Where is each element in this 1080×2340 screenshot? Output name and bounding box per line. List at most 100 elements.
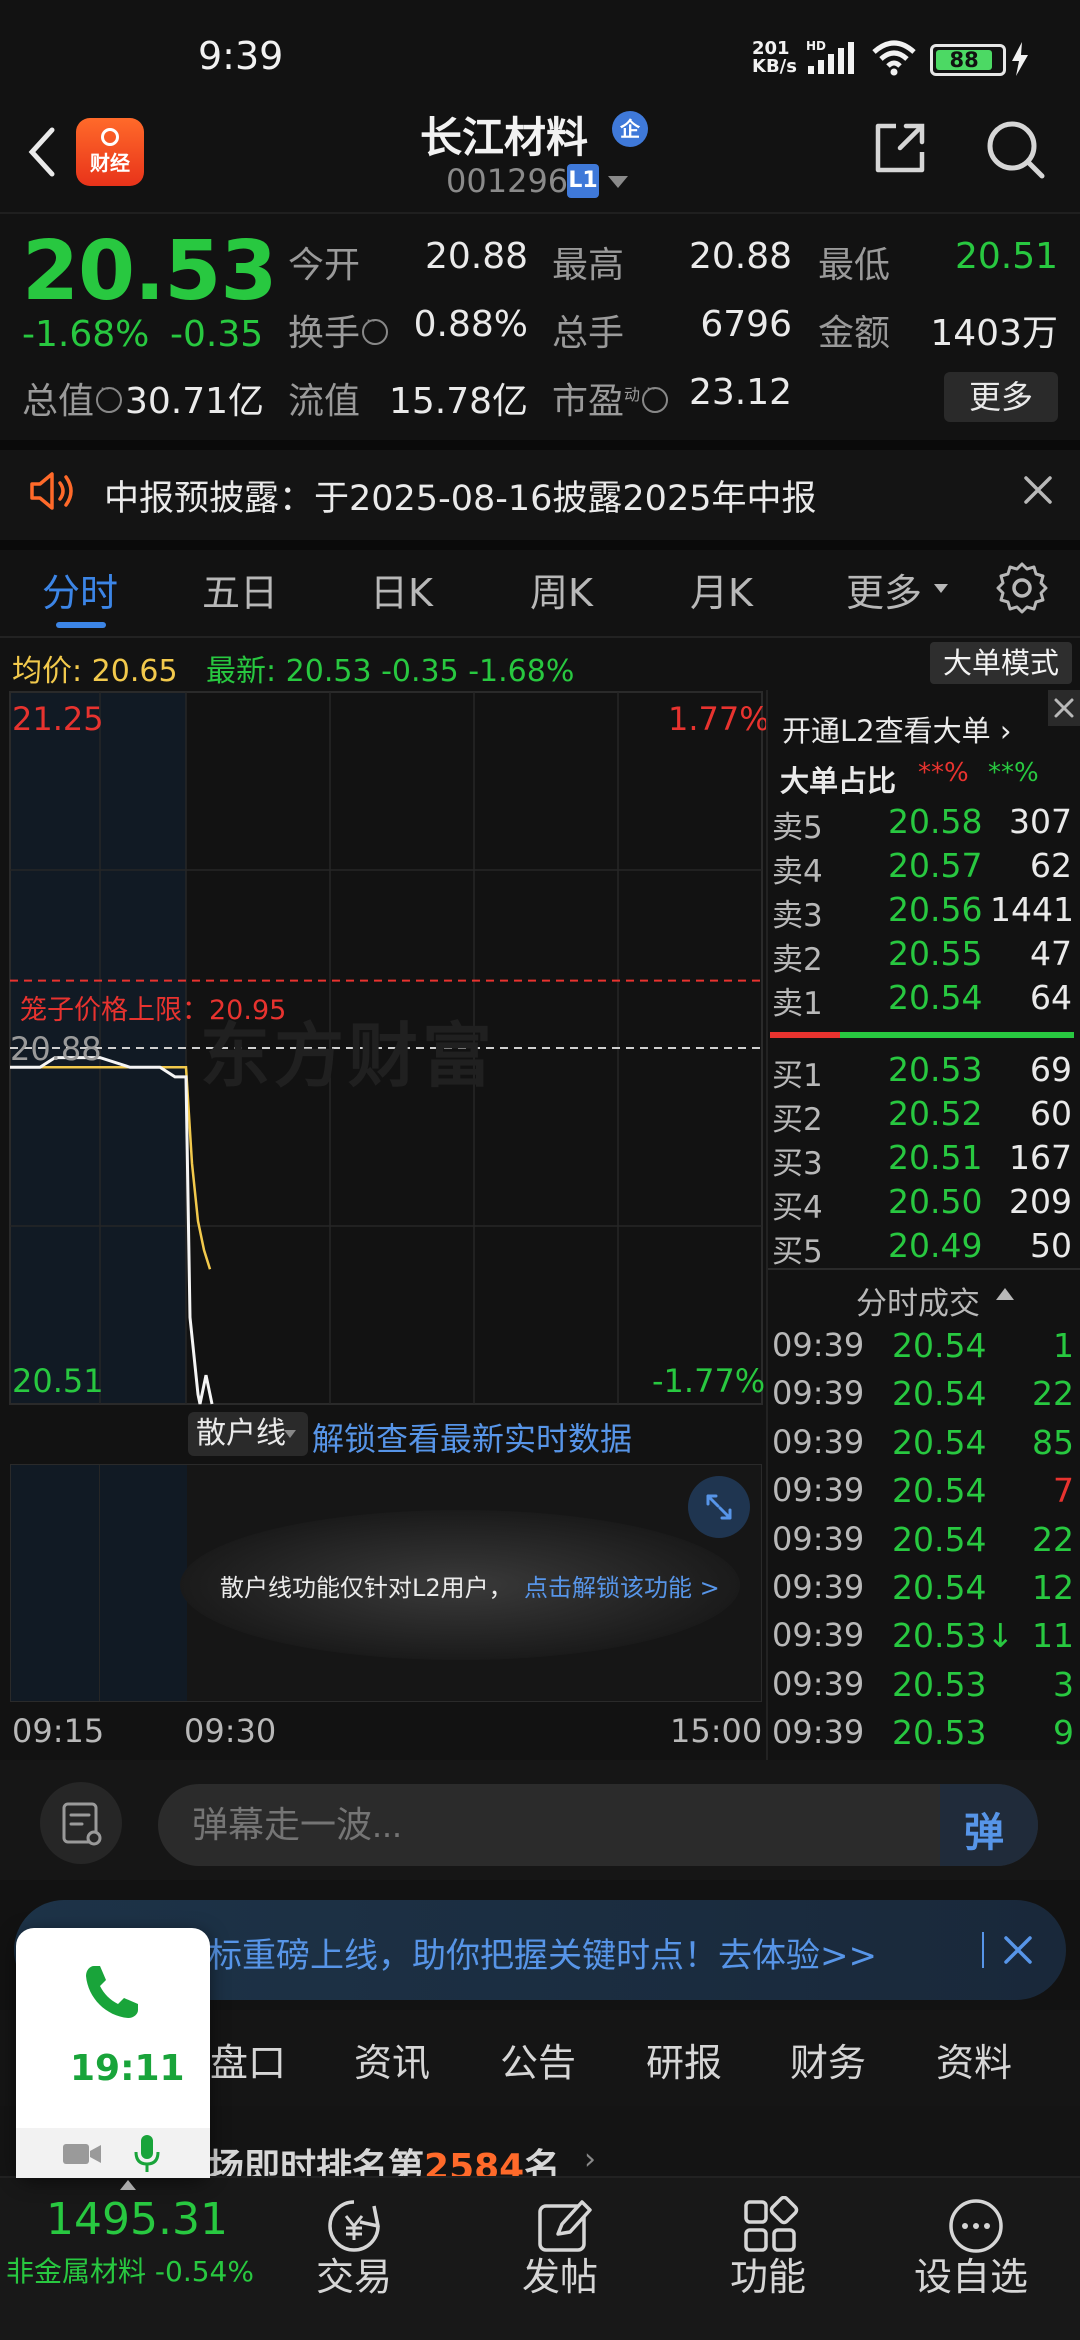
ask-level-price[interactable]: 20.56 xyxy=(888,890,982,929)
market-cap-label[interactable]: 总值 xyxy=(22,372,123,424)
tab-daily-k[interactable]: 日K xyxy=(370,562,433,617)
tab-five-day[interactable]: 五日 xyxy=(202,562,278,617)
tick-volume: 12 xyxy=(1032,1568,1074,1607)
close-icon[interactable] xyxy=(1000,1932,1036,1968)
comment-settings-icon[interactable] xyxy=(40,1782,122,1864)
tick-time: 09:39 xyxy=(772,1326,865,1364)
promo-text[interactable]: 标重磅上线，助你把握关键时点！去体验>> xyxy=(208,1928,877,1977)
tick-volume: 11 xyxy=(1032,1616,1074,1656)
tab-financials[interactable]: 财务 xyxy=(790,2032,866,2087)
tick-time: 09:39 xyxy=(772,1616,865,1655)
bid-level-label: 买1 xyxy=(772,1058,823,1094)
divider xyxy=(0,440,1080,450)
sell-strength-bar xyxy=(840,1032,1074,1038)
tab-research[interactable]: 研报 xyxy=(646,2032,722,2087)
amount-value: 1403万 xyxy=(930,313,1058,354)
video-camera-icon[interactable] xyxy=(62,2140,102,2168)
big-order-ratio-buy: **% xyxy=(918,758,969,788)
tab-more[interactable]: 更多 xyxy=(846,562,922,617)
active-tab-indicator xyxy=(56,622,106,628)
danmu-input[interactable] xyxy=(158,1784,1038,1866)
tick-volume: 7 xyxy=(1053,1471,1074,1511)
tick-volume: 85 xyxy=(1032,1422,1074,1462)
tab-announcements[interactable]: 公告 xyxy=(500,2032,576,2087)
gear-icon[interactable] xyxy=(996,562,1048,614)
bid-level-price[interactable]: 20.53 xyxy=(888,1050,982,1089)
nav-trade-label[interactable]: 交易 xyxy=(316,2246,392,2301)
divider xyxy=(982,1932,984,1968)
more-quote-button[interactable]: 更多 xyxy=(944,372,1058,422)
ask-level-price[interactable]: 20.54 xyxy=(888,978,982,1017)
tab-monthly-k[interactable]: 月K xyxy=(690,562,753,617)
turnover-value: 0.88% xyxy=(413,304,528,345)
tick-price: 20.53 xyxy=(892,1713,987,1753)
divider xyxy=(0,212,1080,214)
tick-time: 09:39 xyxy=(772,1519,865,1558)
tab-profile[interactable]: 资料 xyxy=(936,2032,1012,2087)
tab-news[interactable]: 资讯 xyxy=(354,2032,430,2087)
chevron-down-icon xyxy=(934,584,948,593)
network-speed: 201 KB/s xyxy=(752,38,797,77)
bid-level-price[interactable]: 20.50 xyxy=(888,1182,982,1221)
bid-level-price[interactable]: 20.51 xyxy=(888,1138,982,1177)
market-cap-value: 30.71亿 xyxy=(124,381,264,422)
unlock-data-link[interactable]: 解锁查看最新实时数据 xyxy=(312,1414,632,1460)
ask-level-price[interactable]: 20.55 xyxy=(888,934,982,973)
bid-level-price[interactable]: 20.52 xyxy=(888,1094,982,1133)
expand-icon[interactable] xyxy=(688,1476,750,1538)
bid-level-volume: 167 xyxy=(1009,1138,1072,1177)
pe-label[interactable]: 市盈动 xyxy=(552,372,669,424)
enterprise-badge: 企 xyxy=(612,111,648,147)
sector-index-name[interactable]: 非金属材料 -0.54% xyxy=(6,2250,254,2290)
divider xyxy=(768,1268,1080,1270)
tab-intraday[interactable]: 分时 xyxy=(42,562,118,617)
ask-level-volume: 64 xyxy=(1030,978,1072,1017)
ask-level-price[interactable]: 20.57 xyxy=(888,846,982,885)
ask-level-volume: 307 xyxy=(1009,802,1072,841)
close-icon[interactable] xyxy=(1048,690,1080,726)
time-axis-label: 09:30 xyxy=(184,1712,277,1750)
status-time: 9:39 xyxy=(198,34,284,78)
stock-name: 长江材料 xyxy=(420,113,589,162)
turnover-label[interactable]: 换手 xyxy=(288,304,389,356)
high-value: 20.88 xyxy=(688,236,792,277)
share-icon[interactable] xyxy=(872,120,928,176)
back-icon[interactable] xyxy=(22,122,62,182)
low-value: 20.51 xyxy=(954,236,1058,277)
tick-price: 20.53↓ xyxy=(892,1616,1015,1656)
chevron-down-icon[interactable] xyxy=(608,176,628,188)
tick-price: 20.54 xyxy=(892,1326,987,1365)
caijing-logo[interactable]: 财经 xyxy=(76,118,144,186)
retail-unlock-link[interactable]: 点击解锁该功能 > xyxy=(524,1568,720,1603)
nav-features-label[interactable]: 功能 xyxy=(730,2246,806,2301)
level-badge[interactable]: L1 xyxy=(567,164,599,198)
tick-time: 09:39 xyxy=(772,1374,865,1413)
chevron-up-icon[interactable] xyxy=(120,2180,136,2190)
big-order-mode-button[interactable]: 大单模式 xyxy=(930,642,1072,684)
cell-signal-icon: HD xyxy=(806,39,854,74)
chevron-up-icon[interactable] xyxy=(996,1288,1014,1300)
notice-text[interactable]: 中报预披露：于2025-08-16披露2025年中报 xyxy=(104,470,816,521)
sector-index-value[interactable]: 1495.31 xyxy=(46,2194,228,2245)
phone-icon[interactable] xyxy=(80,1960,144,2024)
tick-time: 09:39 xyxy=(772,1471,865,1510)
open-l2-link[interactable]: 开通L2查看大单 › xyxy=(782,708,1011,750)
tab-order-book[interactable]: 盘口 xyxy=(210,2032,286,2087)
float-cap-label: 流值 xyxy=(288,381,361,422)
bid-level-price[interactable]: 20.49 xyxy=(888,1226,982,1265)
ask-level-price[interactable]: 20.58 xyxy=(888,802,982,841)
nav-add-watchlist-label[interactable]: 设自选 xyxy=(914,2246,1028,2301)
call-controls xyxy=(16,2128,210,2178)
tick-price: 20.53 xyxy=(892,1664,987,1704)
danmu-send-label: 弹 xyxy=(964,1810,1004,1856)
ticks-title[interactable]: 分时成交 xyxy=(856,1278,980,1323)
time-axis-label: 15:00 xyxy=(670,1712,763,1750)
close-icon[interactable] xyxy=(1020,472,1056,508)
wifi-icon xyxy=(872,40,916,76)
speaker-icon xyxy=(30,472,73,510)
search-icon[interactable] xyxy=(984,118,1046,180)
tab-weekly-k[interactable]: 周K xyxy=(530,562,593,617)
microphone-icon[interactable] xyxy=(134,2134,160,2174)
stock-code: 001296 xyxy=(446,162,569,200)
nav-post-label[interactable]: 发帖 xyxy=(522,2246,598,2301)
